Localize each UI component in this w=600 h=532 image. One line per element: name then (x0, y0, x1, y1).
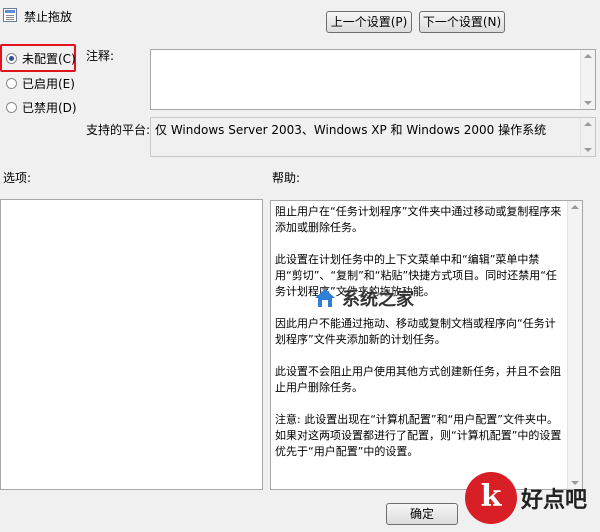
next-setting-button[interactable]: 下一个设置(N) (419, 11, 505, 33)
scroll-down-icon[interactable] (584, 101, 592, 105)
help-pane: 阻止用户在“任务计划程序”文件夹中通过移动或复制程序来添加或删除任务。 此设置在… (270, 200, 583, 490)
help-paragraph: 阻止用户在“任务计划程序”文件夹中通过移动或复制程序来添加或删除任务。 (275, 205, 562, 234)
radio-label: 已启用(E) (22, 76, 75, 91)
window-title: 禁止拖放 (24, 10, 73, 24)
platform-field: 仅 Windows Server 2003、Windows XP 和 Windo… (150, 117, 596, 157)
radio-label: 未配置(C) (22, 51, 76, 66)
scroll-down-icon[interactable] (584, 148, 592, 152)
watermark-text: 系统之家 (342, 289, 414, 310)
scroll-up-icon[interactable] (584, 54, 592, 58)
help-scrollbar[interactable] (567, 201, 582, 489)
radio-not-configured[interactable]: 未配置(C) (6, 49, 76, 67)
comment-textarea[interactable] (150, 49, 596, 110)
comment-scrollbar[interactable] (580, 50, 595, 109)
policy-icon (3, 8, 17, 22)
radio-button-icon[interactable] (6, 77, 17, 89)
logo-text: 好点吧 (521, 488, 588, 513)
ok-button[interactable]: 确定 (386, 503, 458, 525)
help-paragraph: 注意: 此设置出现在“计算机配置”和“用户配置”文件夹中。如果对这两项设置都进行… (275, 413, 562, 458)
watermark: 系统之家 (312, 285, 414, 311)
scroll-up-icon[interactable] (571, 205, 579, 209)
options-label: 选项: (3, 171, 32, 185)
previous-setting-button[interactable]: 上一个设置(P) (326, 11, 412, 33)
help-paragraph: 因此用户不能通过拖动、移动或复制文档或程序向“任务计划程序”文件夹添加新的计划任… (275, 317, 556, 346)
platform-scrollbar[interactable] (580, 118, 595, 156)
radio-button-icon[interactable] (6, 101, 17, 113)
platform-label: 支持的平台: (86, 123, 151, 137)
house-logo-icon (315, 289, 335, 307)
site-logo: k 好点吧 (465, 472, 587, 524)
radio-button-icon[interactable] (6, 52, 17, 64)
logo-glyph: k (465, 472, 517, 524)
radio-enabled[interactable]: 已启用(E) (6, 74, 75, 92)
radio-disabled[interactable]: 已禁用(D) (6, 98, 77, 116)
radio-label: 已禁用(D) (22, 100, 77, 115)
help-paragraph: 此设置不会阻止用户使用其他方式创建新任务，并且不会阻止用户删除任务。 (275, 365, 561, 394)
comment-label: 注释: (86, 49, 115, 63)
platform-value: 仅 Windows Server 2003、Windows XP 和 Windo… (155, 123, 547, 137)
help-label: 帮助: (272, 171, 301, 185)
options-pane (0, 199, 263, 490)
scroll-up-icon[interactable] (584, 122, 592, 126)
